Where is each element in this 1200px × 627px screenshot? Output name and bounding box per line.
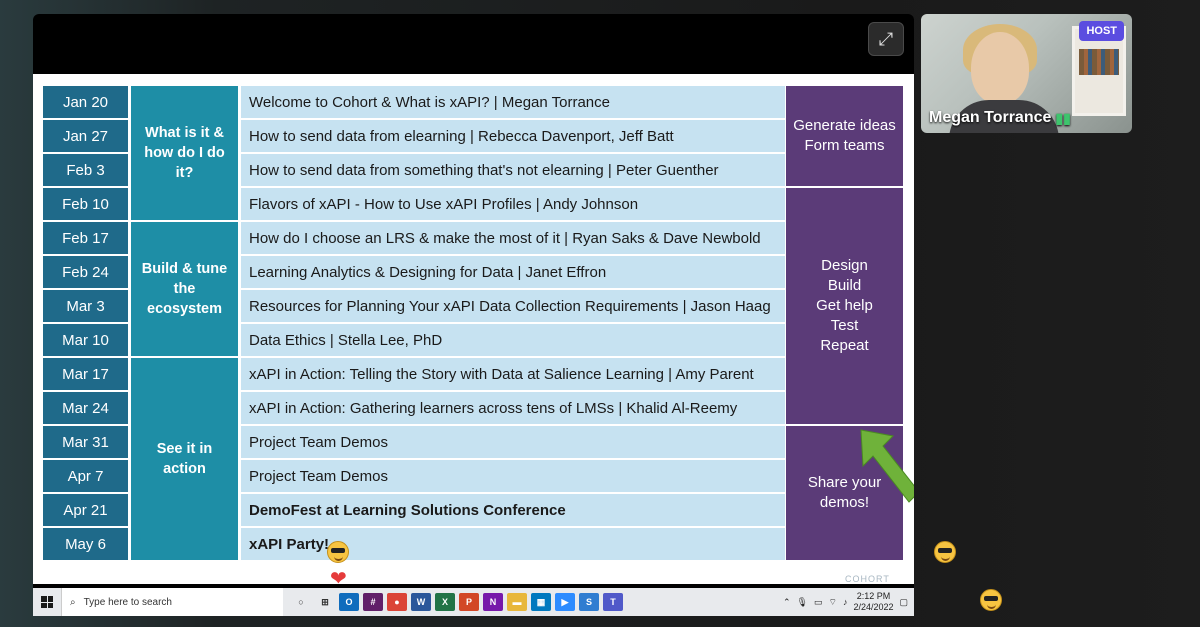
taskbar-search[interactable]: ⌕ Type here to search xyxy=(61,588,283,616)
video-tile[interactable]: HOST Megan Torrance ▮▮ xyxy=(921,14,1132,133)
date-cell: May 6 xyxy=(43,528,128,562)
system-tray: ⌃ 🎙 ▭ ⌔ ♪ 2:12 PM 2/24/2022 ▢ xyxy=(783,591,914,613)
date-cell: Mar 24 xyxy=(43,392,128,426)
session-cell: Data Ethics | Stella Lee, PhD xyxy=(241,324,785,358)
battery-icon[interactable]: ▭ xyxy=(814,597,823,608)
participant-name-label: Megan Torrance ▮▮ xyxy=(929,109,1071,127)
phase-line: Repeat xyxy=(820,337,869,354)
phase-line: Design xyxy=(821,257,868,274)
slack-icon[interactable]: # xyxy=(363,593,383,611)
topic-cell: See it in action xyxy=(131,358,238,560)
date-cell: Apr 7 xyxy=(43,460,128,494)
widgets-icon[interactable]: ⊞ xyxy=(315,593,335,611)
host-badge: HOST xyxy=(1079,21,1124,41)
clock-time: 2:12 PM xyxy=(856,591,891,601)
date-cell: Mar 3 xyxy=(43,290,128,324)
sunglasses-emoji-icon xyxy=(980,589,1002,611)
task-view-icon[interactable]: ○ xyxy=(291,593,311,611)
session-cell: Project Team Demos xyxy=(241,460,785,494)
chrome-icon[interactable]: ● xyxy=(387,593,407,611)
phase-line: Test xyxy=(830,317,859,334)
file-explorer-icon[interactable]: ▬ xyxy=(507,593,527,611)
word-icon[interactable]: W xyxy=(411,593,431,611)
session-cell: xAPI in Action: Telling the Story with D… xyxy=(241,358,785,392)
zoom-window: Jan 20 Jan 27 Feb 3 Feb 10 Feb 17 Feb 24 Mar 3… xyxy=(0,0,1200,627)
session-cell: How to send data from something that's n… xyxy=(241,154,785,188)
search-icon: ⌕ xyxy=(70,596,76,608)
date-cell: Jan 20 xyxy=(43,86,128,120)
trello-icon[interactable]: ▦ xyxy=(531,593,551,611)
snagit-icon[interactable]: S xyxy=(579,593,599,611)
session-cell: Flavors of xAPI - How to Use xAPI Profil… xyxy=(241,188,785,222)
phase-cell: Generate ideas Form teams xyxy=(786,86,903,188)
session-cell: Learning Analytics & Designing for Data … xyxy=(241,256,785,290)
wifi-icon[interactable]: ⌔ xyxy=(828,597,836,608)
green-arrow-icon xyxy=(860,429,914,503)
schedule-table: Jan 20 Jan 27 Feb 3 Feb 10 Feb 17 Feb 24 Mar 3… xyxy=(43,86,903,562)
session-cell: Resources for Planning Your xAPI Data Co… xyxy=(241,290,785,324)
slide: Jan 20 Jan 27 Feb 3 Feb 10 Feb 17 Feb 24 Mar 3… xyxy=(33,74,914,584)
zoom-icon[interactable]: ▶ xyxy=(555,593,575,611)
powerpoint-icon[interactable]: P xyxy=(459,593,479,611)
date-cell: Mar 10 xyxy=(43,324,128,358)
start-button[interactable] xyxy=(33,588,61,616)
cohort-watermark: COHORT xyxy=(845,574,890,584)
session-cell: Welcome to Cohort & What is xAPI? | Mega… xyxy=(241,86,785,120)
windows-logo-icon xyxy=(41,596,53,608)
participant-face xyxy=(971,32,1029,104)
date-cell: Mar 31 xyxy=(43,426,128,460)
chevron-up-icon[interactable]: ⌃ xyxy=(783,597,791,608)
clock[interactable]: 2:12 PM 2/24/2022 xyxy=(853,591,893,613)
teams-icon[interactable]: T xyxy=(603,593,623,611)
excel-icon[interactable]: X xyxy=(435,593,455,611)
session-cell: xAPI Party! xyxy=(241,528,785,562)
session-cell: How do I choose an LRS & make the most o… xyxy=(241,222,785,256)
session-cell: Project Team Demos xyxy=(241,426,785,460)
expand-button[interactable]: ⤢ xyxy=(868,22,904,56)
notification-icon[interactable]: ▢ xyxy=(899,597,908,608)
phase-line: Form teams xyxy=(804,137,885,154)
shared-screen: Jan 20 Jan 27 Feb 3 Feb 10 Feb 17 Feb 24 Mar 3… xyxy=(33,14,914,614)
expand-icon: ⤢ xyxy=(878,28,894,49)
session-cell: How to send data from elearning | Rebecc… xyxy=(241,120,785,154)
taskbar-apps: ○ ⊞ O # ● W X P N ▬ ▦ ▶ S T xyxy=(291,593,623,611)
date-cell: Feb 24 xyxy=(43,256,128,290)
windows-taskbar: ⌕ Type here to search ○ ⊞ O # ● W X P N ▬ ▦ ▶ S T ⌃… xyxy=(33,588,914,616)
date-cell: Feb 17 xyxy=(43,222,128,256)
date-cell: Jan 27 xyxy=(43,120,128,154)
date-cell: Feb 3 xyxy=(43,154,128,188)
microphone-icon[interactable]: 🎙 xyxy=(797,597,808,608)
onenote-icon[interactable]: N xyxy=(483,593,503,611)
sunglasses-emoji-icon xyxy=(934,541,956,563)
topic-cell: What is it & how do I do it? xyxy=(131,86,238,220)
volume-icon[interactable]: ♪ xyxy=(843,597,848,607)
date-cell: Mar 17 xyxy=(43,358,128,392)
outlook-icon[interactable]: O xyxy=(339,593,359,611)
audio-level-icon: ▮▮ xyxy=(1055,109,1071,126)
session-cell: DemoFest at Learning Solutions Conferenc… xyxy=(241,494,785,528)
date-cell: Feb 10 xyxy=(43,188,128,222)
topic-cell: Build & tune the ecosystem xyxy=(131,222,238,356)
sunglasses-emoji-icon xyxy=(327,541,349,563)
phase-line: Build xyxy=(827,277,862,294)
clock-date: 2/24/2022 xyxy=(853,602,894,612)
phase-cell: Design Build Get help Test Repeat xyxy=(786,188,903,426)
date-cell: Apr 21 xyxy=(43,494,128,528)
participant-name: Megan Torrance xyxy=(929,109,1052,126)
search-placeholder: Type here to search xyxy=(83,596,172,608)
session-cell: xAPI in Action: Gathering learners acros… xyxy=(241,392,785,426)
phase-line: Get help xyxy=(816,297,873,314)
phase-line: Generate ideas xyxy=(793,117,896,134)
